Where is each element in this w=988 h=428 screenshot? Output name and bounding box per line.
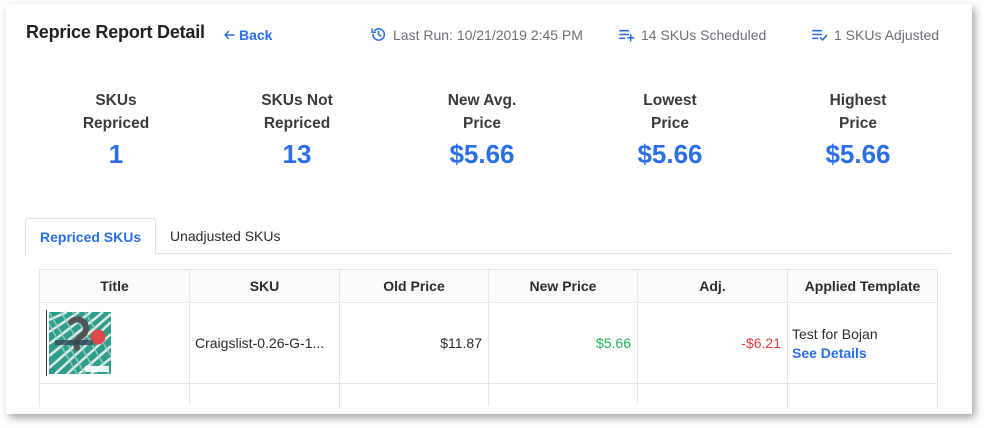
template-cell: Test for Bojan See Details: [788, 303, 937, 383]
stat-value: $5.66: [637, 139, 703, 169]
product-image: [48, 310, 112, 375]
repriced-skus-table: Title SKU Old Price New Price Adj. Appli…: [39, 269, 938, 414]
stat-value: 13: [282, 139, 312, 169]
back-label: Back: [239, 27, 273, 43]
stat-label-line1: SKUs: [95, 92, 137, 109]
last-run-text: Last Run: 10/21/2019 2:45 PM: [393, 26, 583, 43]
column-header-old-price[interactable]: Old Price: [340, 270, 489, 302]
title-cell: [40, 303, 190, 383]
stat-label-line2: Price: [839, 115, 877, 132]
column-header-new-price[interactable]: New Price: [489, 270, 638, 302]
old-price-cell: $11.87: [340, 303, 489, 383]
column-header-applied-template[interactable]: Applied Template: [788, 270, 937, 302]
stat-label: Highest Price: [768, 89, 948, 135]
report-header: Reprice Report Detail Back Last Run: 10/…: [26, 22, 952, 52]
tab-repriced-skus[interactable]: Repriced SKUs: [25, 218, 157, 255]
page-title: Reprice Report Detail: [26, 22, 205, 42]
report-card: Reprice Report Detail Back Last Run: 10/…: [6, 4, 972, 414]
tab-unadjusted-skus[interactable]: Unadjusted SKUs: [156, 218, 295, 254]
table-header-row: Title SKU Old Price New Price Adj. Appli…: [40, 270, 937, 303]
playlist-check-icon: [812, 29, 828, 41]
stat-highest-price: Highest Price $5.66: [768, 89, 948, 170]
stat-label: SKUs Not Repriced: [207, 89, 387, 135]
report-tabs: Repriced SKUs Unadjusted SKUs: [25, 218, 951, 255]
column-header-adj[interactable]: Adj.: [638, 270, 788, 302]
stat-value: $5.66: [449, 139, 515, 169]
stat-new-avg-price: New Avg. Price $5.66: [392, 89, 572, 170]
table-row: Craigslist-0.26-G-1... $11.87 $5.66 -$6.…: [40, 303, 937, 384]
sku-cell: Craigslist-0.26-G-1...: [190, 303, 340, 383]
stat-value: 1: [108, 139, 124, 169]
column-header-sku[interactable]: SKU: [190, 270, 340, 302]
arrow-left-icon: [224, 30, 235, 40]
stat-label-line2: Price: [651, 115, 689, 132]
adj-cell: -$6.21: [638, 303, 788, 383]
stat-label-line1: Lowest: [643, 92, 697, 109]
stat-lowest-price: Lowest Price $5.66: [580, 89, 760, 170]
stat-label-line1: New Avg.: [447, 92, 517, 109]
torn-edge-right: [963, 4, 972, 414]
stat-label-line2: Repriced: [263, 115, 331, 132]
stats-summary: SKUs Repriced 1 SKUs Not Repriced 13 New…: [6, 89, 972, 179]
stat-label-line1: Highest: [829, 92, 887, 109]
last-run-info: Last Run: 10/21/2019 2:45 PM: [370, 26, 583, 43]
history-icon: [371, 28, 386, 41]
scheduled-info: 14 SKUs Scheduled: [618, 26, 766, 43]
stat-label-line2: Price: [463, 115, 501, 132]
back-link[interactable]: Back: [223, 27, 272, 43]
stat-label: New Avg. Price: [392, 89, 572, 135]
new-price-cell: $5.66: [489, 303, 638, 383]
adjusted-info: 1 SKUs Adjusted: [811, 26, 939, 43]
product-thumbnail[interactable]: [46, 310, 112, 376]
stat-label: SKUs Repriced: [26, 89, 206, 135]
see-details-link[interactable]: See Details: [792, 345, 867, 361]
stat-value: $5.66: [825, 139, 891, 169]
column-header-title[interactable]: Title: [40, 270, 190, 302]
template-name: Test for Bojan: [792, 325, 878, 342]
stat-label-line1: SKUs Not: [261, 92, 333, 109]
stat-skus-not-repriced: SKUs Not Repriced 13: [207, 89, 387, 170]
stat-skus-repriced: SKUs Repriced 1: [26, 89, 206, 170]
torn-edge-bottom: [6, 403, 972, 414]
stat-label-line2: Repriced: [82, 115, 150, 132]
adjusted-text: 1 SKUs Adjusted: [834, 26, 940, 43]
stat-label: Lowest Price: [580, 89, 760, 135]
scheduled-text: 14 SKUs Scheduled: [641, 26, 767, 43]
playlist-add-icon: [619, 29, 635, 42]
